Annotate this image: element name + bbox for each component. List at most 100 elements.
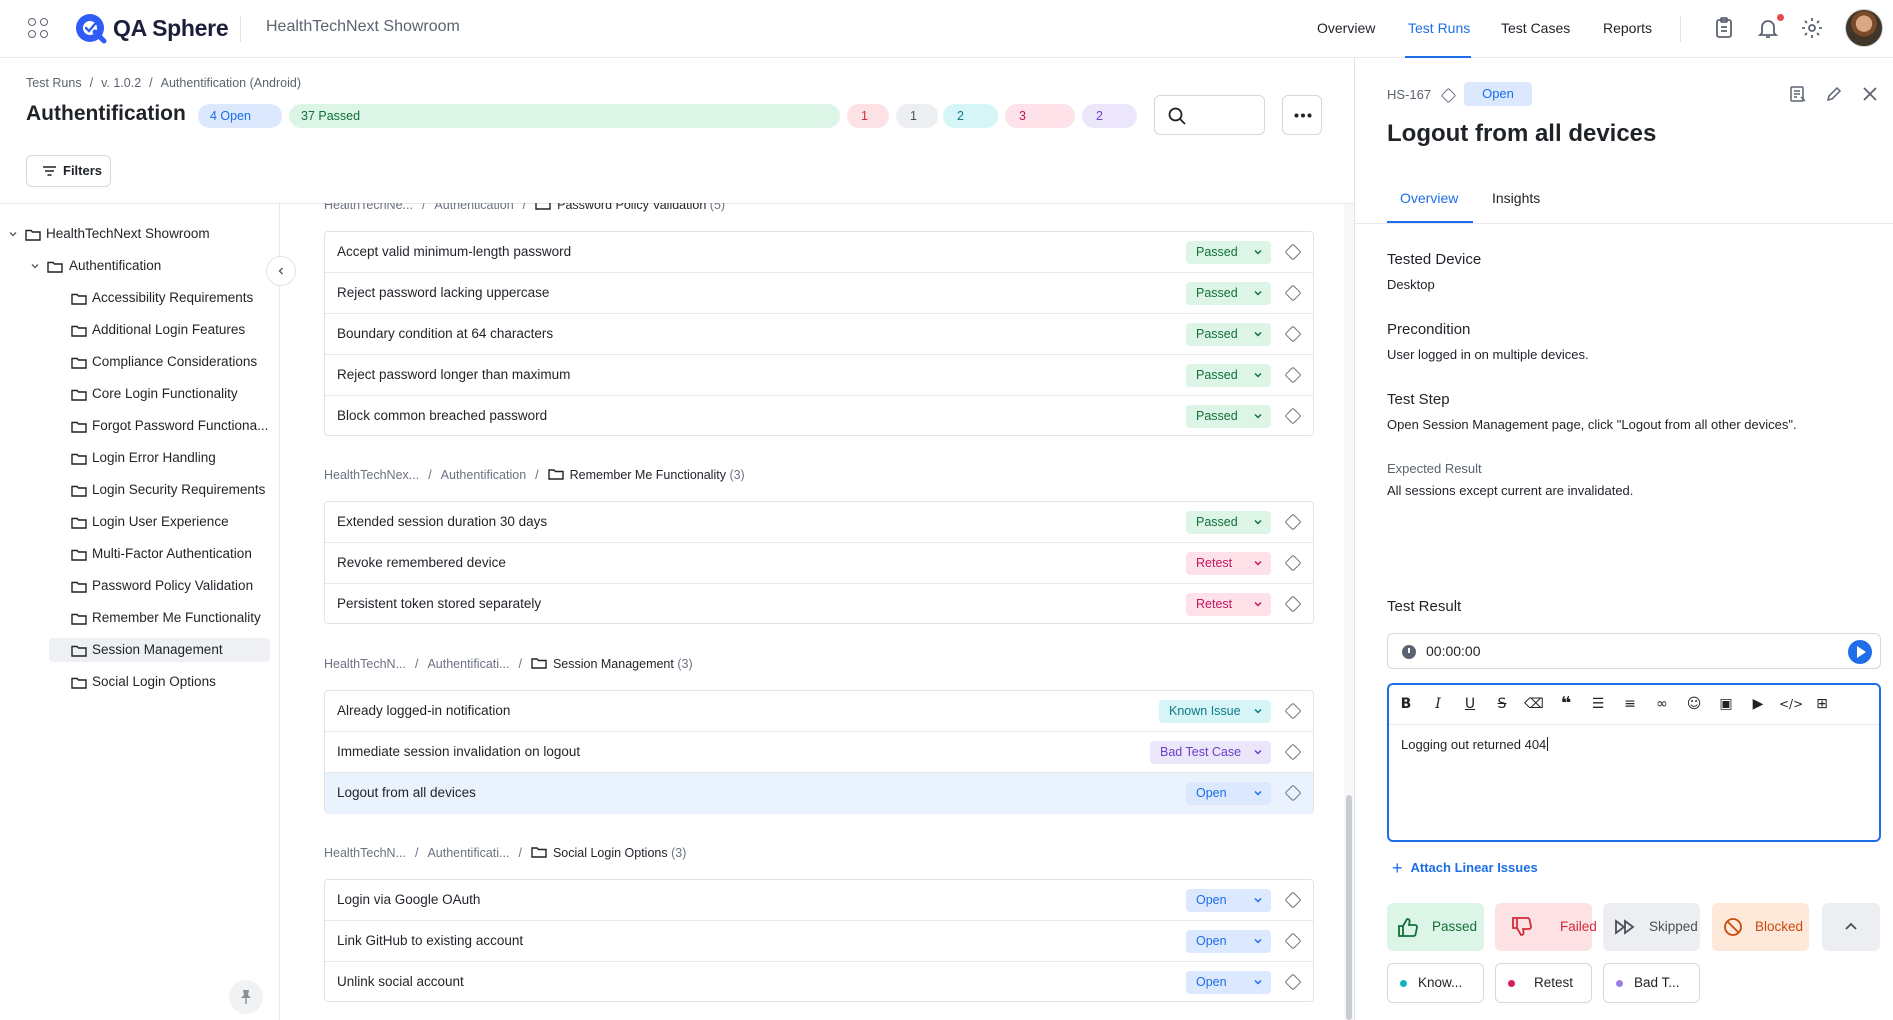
test-case-title[interactable]: Boundary condition at 64 characters	[337, 326, 553, 341]
test-case-title[interactable]: Login via Google OAuth	[337, 892, 480, 907]
pin-button[interactable]	[229, 980, 263, 1014]
strikethrough-icon[interactable]: S	[1491, 693, 1513, 715]
tab-overview[interactable]: Overview	[1400, 190, 1458, 206]
link-icon[interactable]: ∞	[1651, 693, 1673, 715]
close-icon[interactable]	[1860, 84, 1880, 104]
table-row[interactable]: Already logged-in notification Known Issu…	[325, 691, 1313, 732]
priority-diamond-icon[interactable]	[1284, 325, 1302, 343]
workspace-name[interactable]: HealthTechNext Showroom	[266, 18, 460, 36]
priority-diamond-icon[interactable]	[1284, 891, 1302, 909]
table-row[interactable]: Block common breached password Passed	[325, 396, 1313, 437]
result-bad-test-case-button[interactable]: Bad T...	[1603, 963, 1700, 1003]
priority-diamond-icon[interactable]	[1284, 554, 1302, 572]
numbered-list-icon[interactable]: ≡	[1619, 693, 1641, 715]
sidebar-item[interactable]: Multi-Factor Authentication	[92, 542, 252, 566]
status-dropdown[interactable]: Known Issue	[1159, 700, 1271, 723]
nav-test-cases[interactable]: Test Cases	[1501, 20, 1570, 36]
priority-diamond-icon[interactable]	[1284, 407, 1302, 425]
gear-icon[interactable]	[1800, 16, 1824, 40]
bell-icon[interactable]	[1756, 16, 1780, 40]
nav-reports[interactable]: Reports	[1603, 20, 1652, 36]
status-dropdown[interactable]: Retest	[1186, 593, 1271, 616]
table-row[interactable]: Accept valid minimum-length password Pass…	[325, 232, 1313, 273]
underline-icon[interactable]: U	[1459, 693, 1481, 715]
scrollbar-thumb[interactable]	[1346, 795, 1352, 1020]
group-crumb-parent[interactable]: Authentication	[434, 203, 513, 212]
video-icon[interactable]: ▶	[1747, 693, 1769, 715]
play-timer-icon[interactable]	[1848, 640, 1872, 664]
status-dropdown[interactable]: Open	[1186, 889, 1271, 912]
status-dropdown[interactable]: Retest	[1186, 552, 1271, 575]
test-case-title[interactable]: Immediate session invalidation on logout	[337, 744, 580, 759]
result-blocked-button[interactable]: Blocked	[1712, 903, 1809, 951]
sidebar-item[interactable]: Core Login Functionality	[92, 382, 238, 406]
test-case-title[interactable]: Link GitHub to existing account	[337, 933, 523, 948]
edit-pencil-icon[interactable]	[1824, 84, 1844, 104]
timer-field[interactable]: 00:00:00	[1387, 633, 1881, 669]
attach-linear-issues-button[interactable]: + Attach Linear Issues	[1392, 858, 1538, 879]
test-case-title[interactable]: Unlink social account	[337, 974, 464, 989]
chevron-down-icon[interactable]	[30, 261, 40, 271]
group-crumb-parent[interactable]: Authentification	[441, 468, 526, 482]
table-row[interactable]: Boundary condition at 64 characters Passe…	[325, 314, 1313, 355]
result-comment-editor[interactable]: B I U S ⌫ ❝ ☰ ≡ ∞ ☺ ▣ ▶ </> ⊞ Logging ou…	[1387, 683, 1881, 842]
status-dropdown[interactable]: Open	[1186, 930, 1271, 953]
table-row[interactable]: Logout from all devices Open	[325, 773, 1313, 814]
summary-passed[interactable]: 37 Passed	[289, 104, 840, 128]
test-case-title[interactable]: Reject password longer than maximum	[337, 367, 570, 382]
open-document-icon[interactable]	[1788, 84, 1808, 104]
priority-diamond-icon[interactable]	[1284, 743, 1302, 761]
test-case-title[interactable]: Block common breached password	[337, 408, 547, 423]
summary-open[interactable]: 4 Open	[198, 104, 282, 128]
group-crumb-root[interactable]: HealthTechN...	[324, 846, 406, 860]
code-icon[interactable]: </>	[1779, 693, 1803, 715]
priority-diamond-icon[interactable]	[1284, 513, 1302, 531]
sidebar-item[interactable]: Social Login Options	[92, 670, 216, 694]
clear-format-icon[interactable]: ⌫	[1523, 693, 1545, 715]
status-dropdown[interactable]: Passed	[1186, 364, 1271, 387]
priority-diamond-icon[interactable]	[1284, 366, 1302, 384]
status-dropdown[interactable]: Passed	[1186, 405, 1271, 428]
table-row[interactable]: Immediate session invalidation on logout…	[325, 732, 1313, 773]
status-dropdown[interactable]: Passed	[1186, 241, 1271, 264]
table-row[interactable]: Reject password longer than maximum Passe…	[325, 355, 1313, 396]
priority-diamond-icon[interactable]	[1284, 784, 1302, 802]
bullet-list-icon[interactable]: ☰	[1587, 693, 1609, 715]
nav-test-runs[interactable]: Test Runs	[1408, 20, 1470, 36]
priority-diamond-icon[interactable]	[1284, 702, 1302, 720]
result-skipped-button[interactable]: Skipped	[1603, 903, 1700, 951]
editor-content[interactable]: Logging out returned 404	[1401, 737, 1549, 752]
expand-results-button[interactable]	[1822, 903, 1880, 951]
status-badge[interactable]: Open	[1464, 82, 1532, 106]
summary-failed[interactable]: 1	[847, 104, 889, 128]
table-row[interactable]: Persistent token stored separately Retest	[325, 584, 1313, 625]
table-row[interactable]: Reject password lacking uppercase Passed	[325, 273, 1313, 314]
filters-button[interactable]: Filters	[26, 155, 111, 187]
quote-icon[interactable]: ❝	[1555, 693, 1577, 715]
chevron-down-icon[interactable]	[8, 229, 18, 239]
table-row[interactable]: Unlink social account Open	[325, 962, 1313, 1003]
summary-bad-test-case[interactable]: 2	[1082, 104, 1137, 128]
italic-icon[interactable]: I	[1427, 693, 1449, 715]
table-row[interactable]: Revoke remembered device Retest	[325, 543, 1313, 584]
result-passed-button[interactable]: Passed	[1387, 903, 1484, 951]
sidebar-item[interactable]: Forgot Password Functiona...	[92, 414, 268, 438]
priority-diamond-icon[interactable]	[1284, 973, 1302, 991]
sidebar-item[interactable]: Accessibility Requirements	[92, 286, 253, 310]
sidebar-item[interactable]: Login Error Handling	[92, 446, 216, 470]
search-input[interactable]	[1154, 95, 1265, 135]
test-case-title[interactable]: Persistent token stored separately	[337, 596, 541, 611]
priority-diamond-icon[interactable]	[1284, 595, 1302, 613]
result-known-issue-button[interactable]: Know...	[1387, 963, 1484, 1003]
group-name[interactable]: Session Management	[553, 657, 674, 671]
emoji-icon[interactable]: ☺	[1683, 693, 1705, 715]
group-crumb-parent[interactable]: Authentificati...	[427, 657, 509, 671]
brand-logo[interactable]: QA Sphere	[73, 10, 229, 46]
priority-diamond-icon[interactable]	[1284, 243, 1302, 261]
image-icon[interactable]: ▣	[1715, 693, 1737, 715]
priority-diamond-icon[interactable]	[1284, 284, 1302, 302]
clipboard-icon[interactable]	[1712, 16, 1736, 40]
breadcrumb-version[interactable]: v. 1.0.2	[101, 76, 141, 90]
sidebar-item[interactable]: Remember Me Functionality	[92, 606, 261, 630]
group-crumb-root[interactable]: HealthTechNe...	[324, 203, 413, 212]
